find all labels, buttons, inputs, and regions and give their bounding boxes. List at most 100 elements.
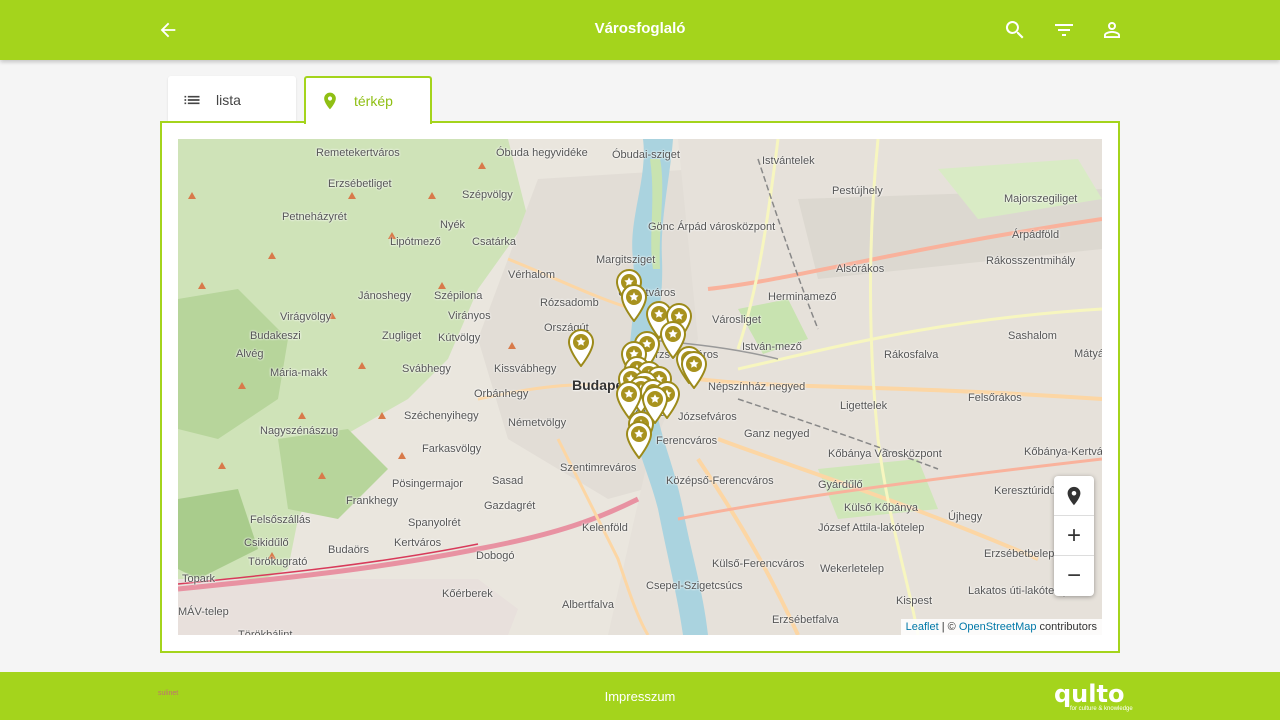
- map-marker[interactable]: [641, 385, 669, 425]
- leaflet-link[interactable]: Leaflet: [906, 621, 939, 633]
- map-place-label: Csatárka: [472, 236, 517, 248]
- zoom-out-button[interactable]: −: [1054, 556, 1094, 596]
- app-header: Városfoglaló: [0, 0, 1280, 60]
- search-icon: [1005, 21, 1024, 39]
- map-place-label: Szépvölgy: [462, 189, 513, 201]
- map-place-label: Petneházyrét: [282, 211, 347, 223]
- qulto-logo-word: qulto: [1054, 680, 1125, 708]
- map-attribution: Leaflet | © OpenStreetMap contributors: [900, 619, 1102, 635]
- map-place-label: Ganz negyed: [744, 428, 810, 440]
- map-place-label: Majorszegiliget: [1004, 193, 1078, 205]
- map-place-label: Nagyszénászug: [260, 425, 339, 437]
- map-place-label: Svábhegy: [402, 363, 451, 375]
- map-place-label: Sasad: [492, 475, 524, 487]
- map-place-label: Kispest: [896, 595, 933, 607]
- map-view[interactable]: Remetekertváros Óbuda hegyvidéke Óbudai-sz…: [178, 139, 1102, 635]
- map-place-label: Herminamező: [768, 291, 837, 303]
- tab-list[interactable]: lista: [168, 76, 296, 123]
- attribution-separator: | ©: [938, 621, 959, 633]
- map-place-label: Külső Kőbánya: [844, 502, 918, 514]
- map-place-label: Kőérberek: [442, 588, 493, 600]
- map-place-label: Topark: [182, 573, 216, 585]
- partner-logo[interactable]: sulinet: [158, 690, 178, 697]
- search-button[interactable]: [999, 14, 1031, 46]
- map-place-label: Zugliget: [382, 330, 422, 342]
- map-place-label: Farkasvölgy: [422, 443, 482, 455]
- map-pin-icon: [324, 92, 336, 110]
- map-place-label: Dobogó: [476, 550, 515, 562]
- map-place-label: Árpádföld: [1012, 229, 1060, 241]
- map-place-label: Jánoshegy: [358, 290, 412, 302]
- map-place-label: Népszínház negyed: [708, 381, 806, 393]
- map-place-label: Budaörs: [328, 544, 369, 556]
- map-place-label: Szentimreváros: [560, 462, 637, 474]
- map-place-label: István-mező: [742, 341, 802, 353]
- map-place-label: Csepel-Szigetcsúcs: [646, 580, 743, 592]
- map-place-label: Margitsziget: [596, 254, 656, 266]
- filter-icon: [1055, 24, 1073, 36]
- map-place-label: Gyárdűlő: [818, 479, 863, 491]
- map-place-label: Erzsébetfalva: [772, 614, 839, 626]
- list-icon: [184, 95, 200, 104]
- map-place-label: Külső-Ferencváros: [712, 558, 805, 570]
- map-place-label: Felsőrákos: [968, 392, 1022, 404]
- map-place-label: Törökbálint: [238, 629, 293, 635]
- tab-map[interactable]: térkép: [304, 76, 432, 124]
- attribution-suffix: contributors: [1036, 621, 1097, 633]
- map-place-label: Óbuda hegyvidéke: [496, 147, 588, 159]
- account-icon: [1104, 22, 1120, 38]
- star-pin-icon: [680, 350, 708, 390]
- map-place-label: Németvölgy: [508, 417, 567, 429]
- star-pin-icon: [625, 420, 653, 460]
- map-place-label: Józsefváros: [678, 411, 737, 423]
- map-place-label: Vérhalom: [508, 269, 556, 281]
- map-place-label: Széchenyihegy: [404, 410, 479, 422]
- page-title: Városfoglaló: [594, 20, 686, 37]
- tab-map-label: térkép: [354, 93, 393, 109]
- map-place-label: Kelenföld: [582, 522, 628, 534]
- map-place-label: Erzsébetbelep: [984, 548, 1055, 560]
- map-place-label: Kútvölgy: [438, 332, 481, 344]
- map-place-label: MÁV-telep: [178, 606, 229, 618]
- qulto-logo[interactable]: qulto for culture & knowledge: [1054, 682, 1133, 712]
- map-place-label: Frankhegy: [346, 495, 398, 507]
- map-place-label: Albertfalva: [562, 599, 614, 611]
- map-place-label: Csikidűlő: [244, 537, 289, 549]
- map-place-label: Gönc Árpád városközpont: [648, 221, 776, 233]
- map-place-label: Sashalom: [1008, 330, 1057, 342]
- tab-list-label: lista: [216, 91, 241, 108]
- star-pin-icon: [567, 328, 595, 368]
- map-place-label: József Attila-lakótelep: [818, 522, 925, 534]
- map-place-label: Kertváros: [394, 537, 442, 549]
- map-place-label: Orbánhegy: [474, 388, 529, 400]
- map-place-label: Ferencváros: [656, 435, 718, 447]
- map-place-label: Városliget: [712, 314, 761, 326]
- map-marker[interactable]: [620, 283, 648, 323]
- osm-link[interactable]: OpenStreetMap: [959, 621, 1037, 633]
- map-marker[interactable]: [567, 328, 595, 368]
- map-controls: + −: [1054, 476, 1094, 596]
- qulto-logo-tagline: for culture & knowledge: [1070, 706, 1133, 712]
- map-place-label: Virágvölgy: [280, 311, 332, 323]
- filter-button[interactable]: [1048, 14, 1080, 46]
- zoom-in-button[interactable]: +: [1054, 516, 1094, 556]
- map-place-label: Lipótmező: [390, 236, 441, 248]
- map-place-label: Törökugrató: [248, 556, 308, 568]
- map-place-label: Alsórákos: [836, 263, 885, 275]
- map-place-label: Remetekertváros: [316, 147, 400, 159]
- map-place-label: Nyék: [440, 219, 466, 231]
- map-place-label: Rákosfalva: [884, 349, 939, 361]
- map-marker[interactable]: [680, 350, 708, 390]
- locate-button[interactable]: [1054, 476, 1094, 516]
- star-pin-icon: [620, 283, 648, 323]
- map-place-label: Kissvábhegy: [494, 363, 557, 375]
- map-place-label: Szépilona: [434, 290, 483, 302]
- account-button[interactable]: [1096, 14, 1128, 46]
- map-marker[interactable]: [625, 420, 653, 460]
- map-place-label: Pestújhely: [832, 185, 883, 197]
- locate-icon: [1067, 486, 1081, 505]
- map-place-label: Rákosszentmihály: [986, 255, 1076, 267]
- map-place-label: Mátyás: [1074, 348, 1102, 360]
- map-place-label: Spanyolrét: [408, 517, 461, 529]
- map-place-label: Kőbánya Városközpont: [828, 448, 942, 460]
